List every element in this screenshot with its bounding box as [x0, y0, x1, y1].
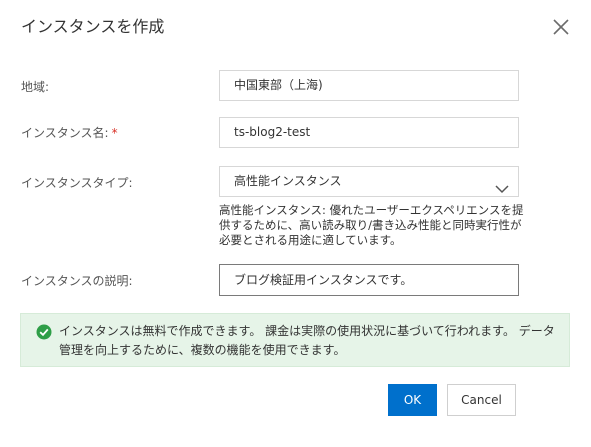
info-notice: インスタンスは無料で作成できます。 課金は実際の使用状況に基づいて行われます。 …: [20, 313, 570, 367]
dialog-title: インスタンスを作成: [21, 17, 165, 36]
instance-type-selected-value: 高性能インスタンス: [234, 174, 342, 188]
instance-type-label: インスタンスタイプ:: [21, 176, 133, 190]
check-circle-icon: [36, 324, 52, 340]
close-icon[interactable]: [551, 17, 571, 37]
region-field[interactable]: 中国東部（上海): [219, 70, 519, 101]
notice-text: インスタンスは無料で作成できます。 課金は実際の使用状況に基づいて行われます。 …: [59, 324, 555, 357]
instance-name-input[interactable]: ts-blog2-test: [219, 117, 519, 148]
instance-name-label-text: インスタンス名:: [21, 126, 109, 140]
instance-name-label: インスタンス名: *: [21, 125, 118, 141]
description-input[interactable]: ブログ検証用インスタンスです。: [219, 264, 519, 296]
instance-type-select[interactable]: 高性能インスタンス: [219, 166, 519, 197]
instance-type-help-text: 高性能インスタンス: 優れたユーザーエクスペリエンスを提供するために、高い読み取…: [219, 203, 524, 247]
required-mark: *: [111, 126, 118, 140]
create-instance-dialog: インスタンスを作成 地域: 中国東部（上海) インスタンス名: * ts-blog…: [0, 0, 591, 447]
region-label: 地域:: [21, 80, 50, 94]
description-label: インスタンスの説明:: [21, 274, 133, 288]
cancel-button[interactable]: Cancel: [447, 384, 516, 416]
chevron-down-icon: [495, 176, 509, 194]
ok-button[interactable]: OK: [388, 384, 437, 416]
